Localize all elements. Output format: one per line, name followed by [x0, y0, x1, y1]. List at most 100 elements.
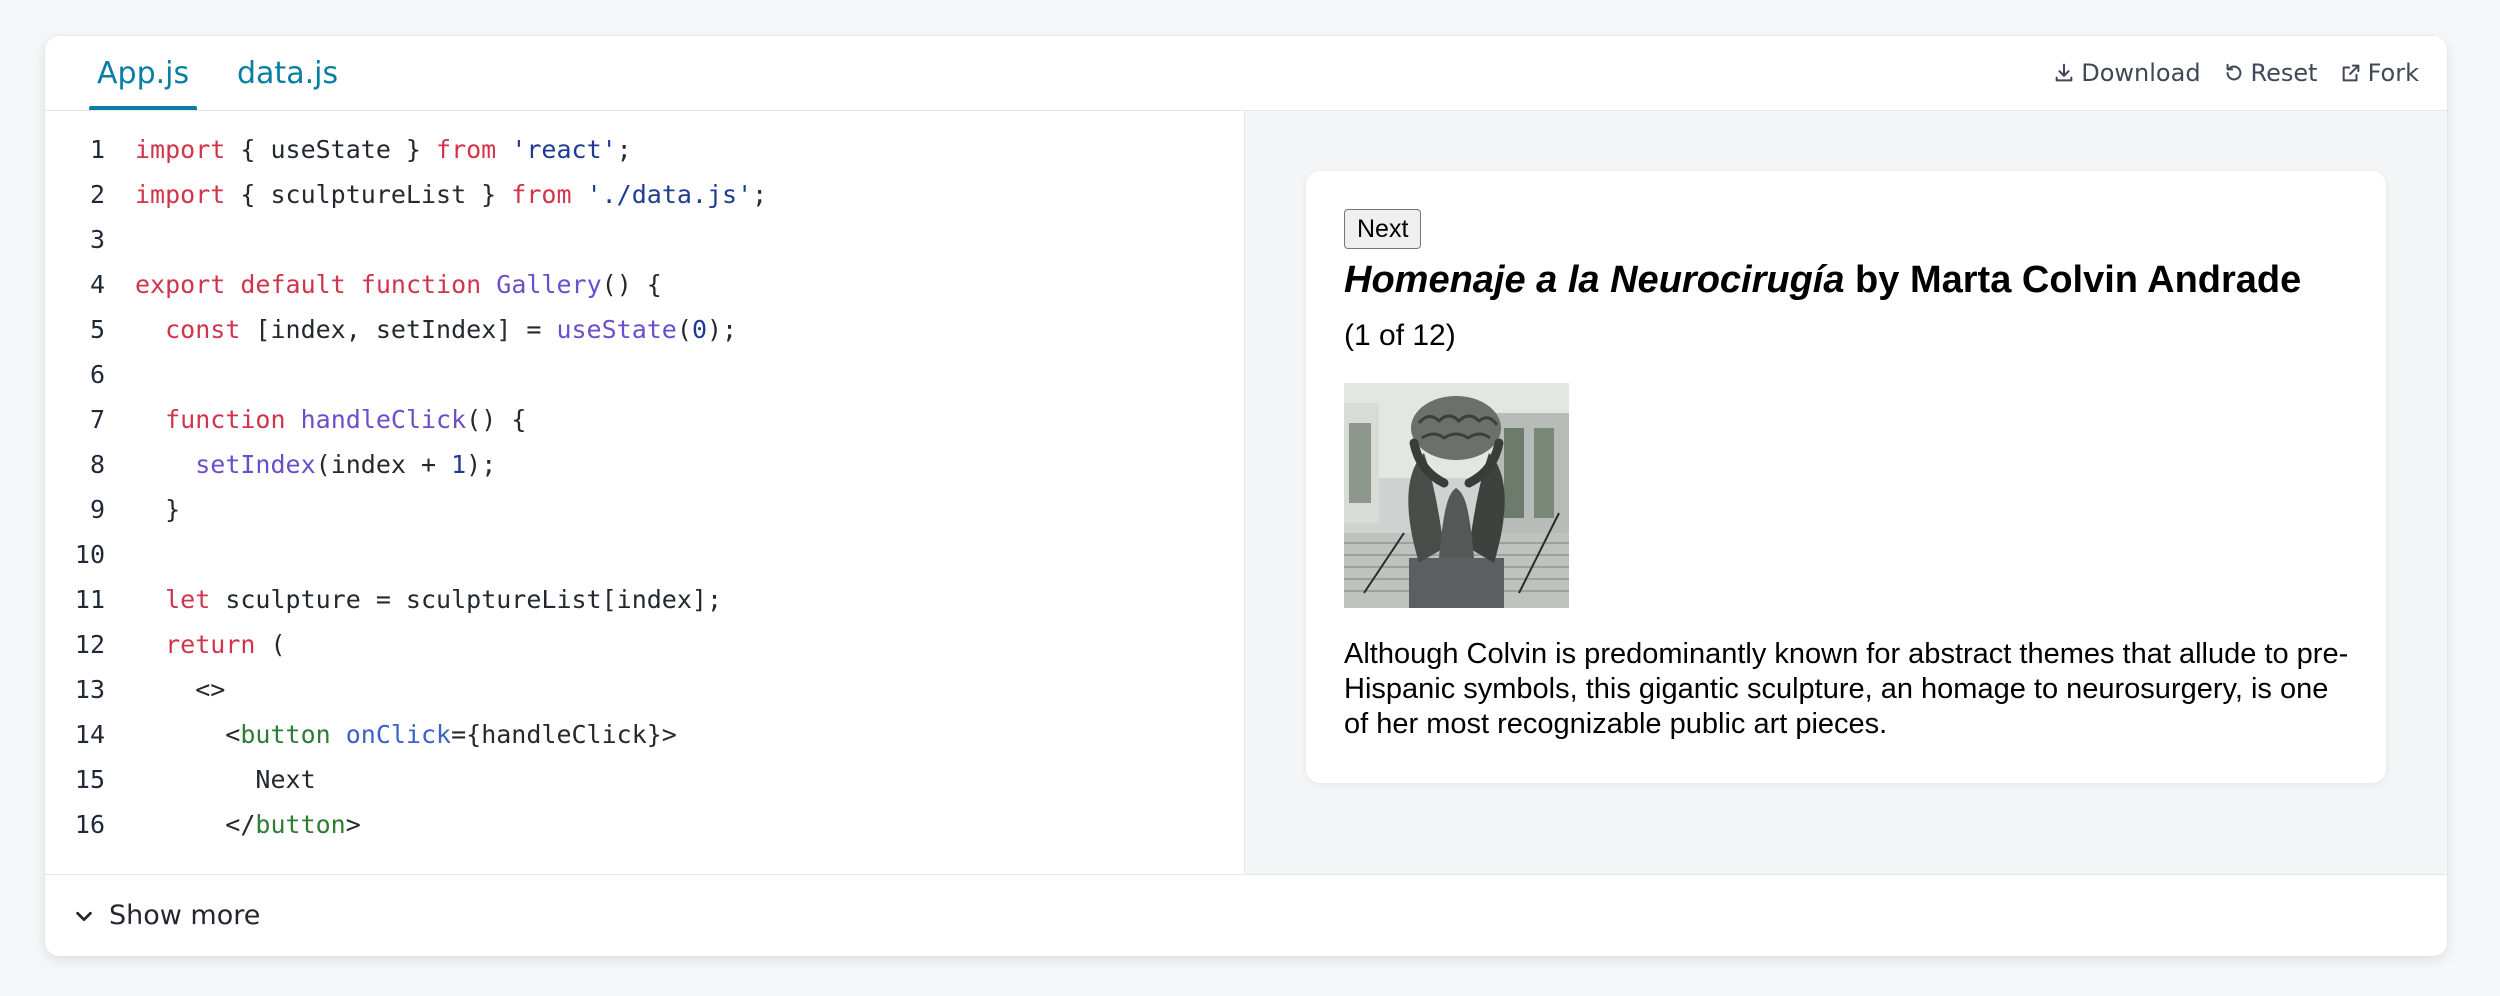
code-token: </ [135, 810, 256, 839]
chevron-down-icon [76, 911, 92, 921]
toolbar-actions: Download Reset Fork [2053, 36, 2419, 110]
line-number: 7 [89, 405, 105, 434]
code-line: 5 const [index, setIndex] = useState(0); [45, 307, 1244, 352]
code-token: from [511, 180, 572, 209]
preview-pane: Next Homenaje a la Neurocirugía by Marta… [1245, 111, 2447, 874]
code-line: 13 <> [45, 667, 1244, 712]
sculpture-image [1344, 383, 1569, 608]
line-number: 1 [89, 135, 105, 164]
show-more-button[interactable]: Show more [73, 900, 260, 931]
line-number: 12 [74, 630, 105, 659]
code-line: 10 [45, 532, 1244, 577]
code-line: 14 <button onClick={handleClick}> [45, 712, 1244, 757]
sandpack-card: App.js data.js Download Reset Fork 1 imp… [45, 36, 2447, 956]
fork-button[interactable]: Fork [2340, 59, 2419, 87]
download-icon [2055, 63, 2073, 82]
code-token: function [165, 405, 286, 434]
line-number: 11 [74, 585, 105, 614]
code-token: ( [255, 630, 286, 659]
code-token: button [240, 720, 331, 749]
code-line: 7 function handleClick() { [45, 397, 1244, 442]
code-token: setIndex [195, 450, 316, 479]
line-number: 15 [74, 765, 105, 794]
code-lines: 1 import { useState } from 'react'; 2 im… [45, 127, 1244, 847]
code-token: ); [466, 450, 497, 479]
code-line: 2 import { sculptureList } from './data.… [45, 172, 1244, 217]
code-token: ; [616, 135, 632, 164]
line-number: 13 [74, 675, 105, 704]
reset-button[interactable]: Reset [2223, 59, 2318, 87]
code-token: () { [466, 405, 527, 434]
code-token: 'react' [511, 135, 617, 164]
code-token: [index, setIndex] = [240, 315, 557, 344]
line-number: 16 [74, 810, 105, 839]
code-line: 3 [45, 217, 1244, 262]
next-button[interactable]: Next [1344, 209, 1422, 249]
preview-frame: Next Homenaje a la Neurocirugía by Marta… [1306, 171, 2386, 783]
code-token: () { [601, 270, 662, 299]
line-number: 9 [89, 495, 105, 524]
fork-label: Fork [2367, 59, 2419, 87]
code-line: 11 let sculpture = sculptureList[index]; [45, 577, 1244, 622]
code-token: { sculptureList } [225, 180, 512, 209]
code-token: (index + [315, 450, 452, 479]
sculpture-name: Homenaje a la Neurocirugía [1344, 259, 1845, 301]
code-line: 9 } [45, 487, 1244, 532]
code-token: ={handleClick}> [451, 720, 677, 749]
sculpture-title: Homenaje a la Neurocirugía by Marta Colv… [1344, 259, 2301, 302]
code-token: './data.js' [586, 180, 753, 209]
code-token: sculpture = sculptureList[index]; [210, 585, 723, 614]
code-token: 1 [451, 450, 467, 479]
code-line: 12 return ( [45, 622, 1244, 667]
line-number: 6 [89, 360, 105, 389]
reset-label: Reset [2250, 59, 2318, 87]
code-token: button [255, 810, 346, 839]
sculpture-artist: by Marta Colvin Andrade [1844, 259, 2302, 301]
line-number: 3 [89, 225, 105, 254]
code-token: import [135, 135, 226, 164]
code-token: onClick [345, 720, 452, 749]
code-token: from [436, 135, 497, 164]
code-token: <> [135, 675, 226, 704]
code-line: 15 Next [45, 757, 1244, 802]
code-editor[interactable]: 1 import { useState } from 'react'; 2 im… [45, 111, 1245, 874]
editor-footer: Show more [45, 874, 2447, 956]
code-token: import [135, 180, 226, 209]
code-token: function [360, 270, 482, 299]
sculpture-counter: (1 of 12) [1344, 319, 1456, 352]
show-more-label: Show more [109, 900, 261, 931]
code-token: 0 [691, 315, 707, 344]
reset-icon [2226, 63, 2241, 81]
code-token: return [165, 630, 256, 659]
download-label: Download [2081, 59, 2201, 87]
code-token: ; [752, 180, 768, 209]
code-line: 8 setIndex(index + 1); [45, 442, 1244, 487]
code-token: let [165, 585, 211, 614]
file-tabbar: App.js data.js Download Reset Fork [45, 36, 2447, 111]
line-number: 8 [89, 450, 105, 479]
download-button[interactable]: Download [2053, 59, 2201, 87]
external-link-icon [2342, 64, 2359, 82]
code-token: { useState } [225, 135, 437, 164]
line-number: 2 [89, 180, 105, 209]
tab-app-js[interactable]: App.js [89, 36, 198, 110]
code-token: export [135, 270, 226, 299]
tab-data-js[interactable]: data.js [229, 36, 346, 110]
code-token: < [135, 720, 241, 749]
code-line: 6 [45, 352, 1244, 397]
code-token: useState [556, 315, 677, 344]
code-line: 4 export default function Gallery() { [45, 262, 1244, 307]
line-number: 14 [74, 720, 105, 749]
code-token: default [240, 270, 346, 299]
